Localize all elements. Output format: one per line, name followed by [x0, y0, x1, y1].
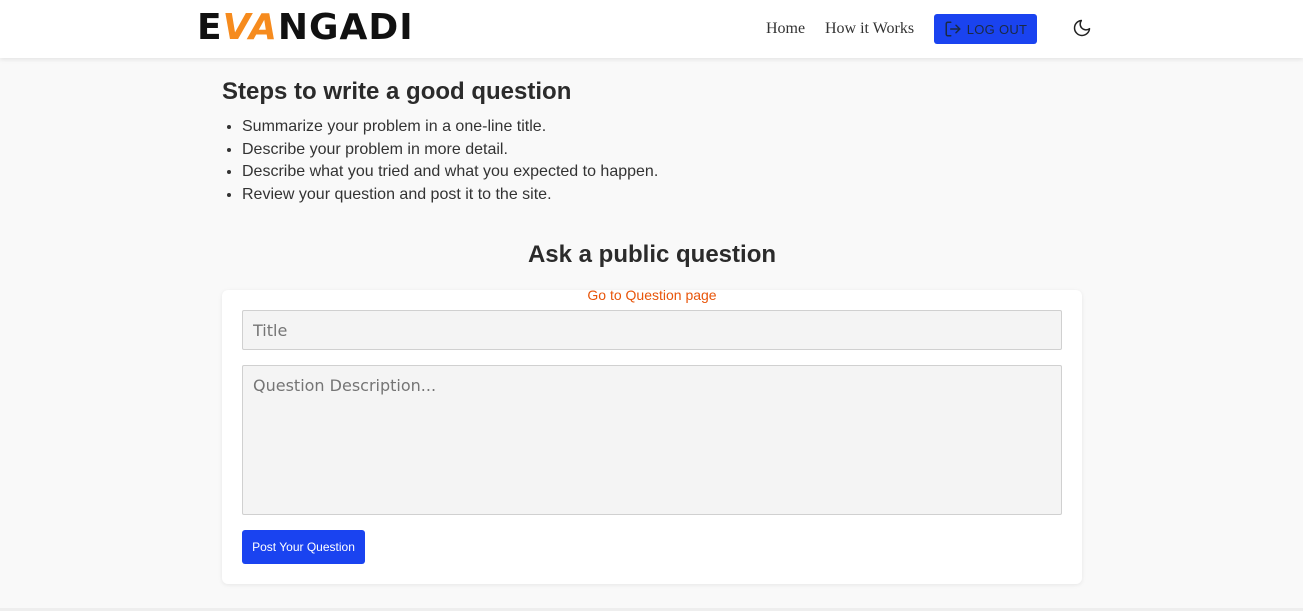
go-to-question-page-link[interactable]: Go to Question page [222, 287, 1082, 303]
logout-label: LOG OUT [966, 21, 1028, 37]
ask-question-title: Ask a public question [527, 241, 777, 268]
post-question-button[interactable]: Post Your Question [242, 530, 365, 564]
question-form-card: Go to Question page Post Your Question [222, 287, 1082, 584]
question-title-input[interactable] [242, 310, 1062, 350]
step-item: Describe what you tried and what you exp… [242, 161, 1082, 184]
logout-icon [945, 21, 961, 37]
nav-how-it-works-link[interactable]: How it Works [825, 14, 914, 44]
theme-toggle-button[interactable] [1071, 18, 1093, 40]
step-item: Describe your problem in more detail. [242, 139, 1082, 162]
site-header: EVANGADI Home How it Works LOG OUT [0, 0, 1303, 58]
moon-icon [1073, 19, 1091, 37]
nav-home-link[interactable]: Home [766, 14, 805, 44]
logo-wordmark: EVANGADI [197, 7, 414, 48]
logout-button[interactable]: LOG OUT [934, 14, 1037, 44]
question-description-input[interactable] [242, 365, 1062, 515]
steps-title: Steps to write a good question [222, 78, 572, 105]
steps-section: Steps to write a good question Summarize… [222, 78, 1082, 207]
steps-list: Summarize your problem in a one-line tit… [222, 116, 1082, 207]
step-item: Review your question and post it to the … [242, 184, 1082, 207]
evangadi-logo[interactable]: EVANGADI [197, 7, 414, 48]
step-item: Summarize your problem in a one-line tit… [242, 116, 1082, 139]
